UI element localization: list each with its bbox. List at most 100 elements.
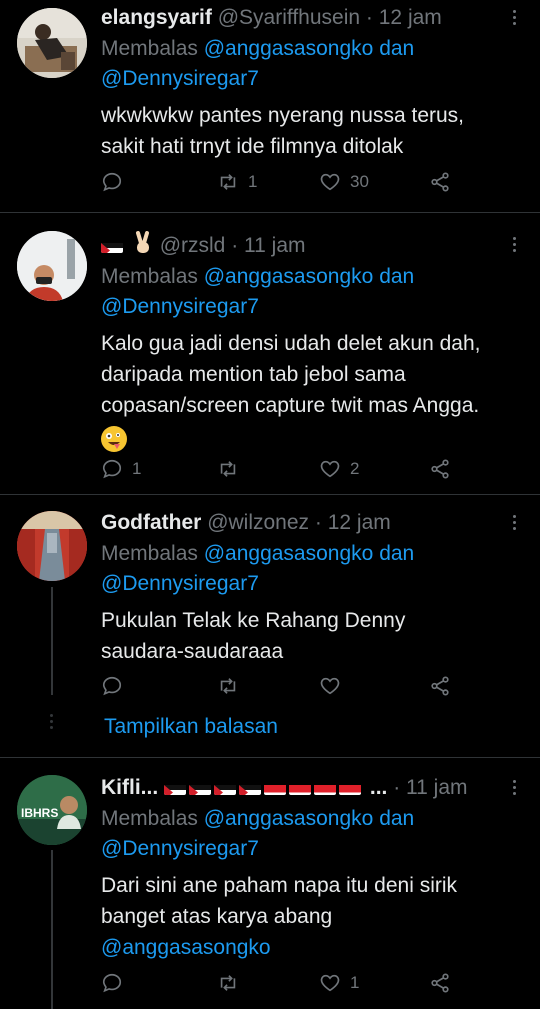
retweet-icon <box>220 174 236 190</box>
more-vertical-icon[interactable] <box>512 10 518 28</box>
name-ellipsis: ... <box>369 776 388 799</box>
avatar[interactable]: IBHRS <box>17 775 87 845</box>
flag-palestine <box>214 780 237 795</box>
heart-icon <box>320 460 340 478</box>
reply-button[interactable] <box>101 168 123 196</box>
share-icon <box>431 172 449 192</box>
mention-link[interactable]: @Dennysiregar7 <box>101 295 259 318</box>
mention-link[interactable]: @anggasasongko <box>101 932 506 963</box>
more-vertical-icon[interactable] <box>512 515 518 533</box>
retweet-icon <box>220 461 236 477</box>
share-icon <box>431 973 449 993</box>
reply-context: Membalas @anggasasongko dan @Dennysirega… <box>101 37 415 90</box>
mention-link[interactable]: @anggasasongko <box>204 542 374 565</box>
heart-icon <box>320 974 340 992</box>
share-icon <box>431 459 449 479</box>
flag-indonesia <box>289 780 312 795</box>
retweet-button[interactable] <box>217 672 239 700</box>
flag-palestine <box>101 238 123 253</box>
tweet[interactable]: @rzsld · 11 jam Membalas @anggasasongko … <box>0 213 540 495</box>
like-button[interactable]: 1 <box>319 969 359 997</box>
display-name[interactable]: Kifli... <box>101 776 158 799</box>
like-count: 1 <box>350 973 360 992</box>
avatar[interactable] <box>17 511 87 581</box>
like-button[interactable]: 2 <box>319 455 359 483</box>
share-icon <box>431 676 449 696</box>
heart-icon <box>320 677 340 695</box>
reply-context: Membalas @anggasasongko dan @Dennysirega… <box>101 265 415 318</box>
retweet-icon <box>220 678 236 694</box>
reply-joiner: dan <box>379 265 415 288</box>
mention-link[interactable]: @Dennysiregar7 <box>101 837 259 860</box>
reply-joiner: dan <box>379 37 415 60</box>
reply-button[interactable] <box>101 969 123 997</box>
share-button[interactable] <box>429 672 451 700</box>
mention-link[interactable]: @Dennysiregar7 <box>101 67 259 90</box>
share-button[interactable] <box>429 455 451 483</box>
flag-palestine <box>239 780 262 795</box>
like-count: 2 <box>350 459 360 478</box>
thread-gap-dots <box>50 714 54 729</box>
reply-joiner: dan <box>379 542 415 565</box>
mention-link[interactable]: @anggasasongko <box>204 265 374 288</box>
like-button[interactable]: 30 <box>319 168 369 196</box>
retweet-icon <box>220 975 236 991</box>
avatar-text: IBHRS <box>21 806 58 820</box>
flag-palestine <box>189 780 212 795</box>
action-bar: 1 2 <box>101 455 480 483</box>
avatar[interactable] <box>17 231 87 301</box>
mention-link[interactable]: @anggasasongko <box>204 807 374 830</box>
reply-icon <box>102 172 122 192</box>
share-button[interactable] <box>429 969 451 997</box>
timestamp[interactable]: · 11 jam <box>393 776 467 799</box>
flag-indonesia <box>339 780 362 795</box>
like-button[interactable] <box>319 672 341 700</box>
name-flags <box>164 776 370 799</box>
tweet-header: @rzsld · 11 jam <box>101 231 506 260</box>
tweet-header: Kifli... ... · 11 jam <box>101 774 506 802</box>
tweet-text: Dari sini ane paham napa itu deni sirik … <box>101 870 506 963</box>
timestamp[interactable]: · 12 jam <box>315 511 391 534</box>
reply-context: Membalas @anggasasongko dan @Dennysirega… <box>101 542 415 595</box>
handle[interactable]: @wilzonez <box>207 511 309 534</box>
tweet-text: Pukulan Telak ke Rahang Denny saudara-sa… <box>101 609 406 663</box>
more-vertical-icon[interactable] <box>512 237 518 255</box>
display-name[interactable]: elangsyarif <box>101 6 212 29</box>
flag-indonesia <box>264 780 287 795</box>
handle[interactable]: @rzsld <box>160 234 226 257</box>
display-name[interactable]: Godfather <box>101 511 201 534</box>
reply-count: 1 <box>132 459 142 478</box>
like-count: 30 <box>350 172 369 191</box>
timestamp[interactable]: · 12 jam <box>366 6 442 29</box>
reply-context: Membalas @anggasasongko dan @Dennysirega… <box>101 807 415 860</box>
action-bar: 1 30 <box>101 168 480 196</box>
heart-icon <box>320 173 340 191</box>
retweet-button[interactable]: 1 <box>217 168 257 196</box>
flag-palestine <box>164 780 187 795</box>
show-replies-link[interactable]: Tampilkan balasan <box>104 715 278 739</box>
tweet[interactable]: Godfather @wilzonez · 12 jam Membalas @a… <box>0 495 540 758</box>
reply-icon <box>102 459 122 479</box>
timestamp[interactable]: · 11 jam <box>231 234 305 257</box>
reply-button[interactable]: 1 <box>101 455 141 483</box>
share-button[interactable] <box>429 168 451 196</box>
action-bar <box>101 672 480 700</box>
reply-joiner: dan <box>379 807 415 830</box>
tweet-header: elangsyarif @Syariffhusein · 12 jam <box>101 4 506 32</box>
avatar[interactable] <box>17 8 87 78</box>
retweet-button[interactable] <box>217 455 239 483</box>
reply-button[interactable] <box>101 672 123 700</box>
thread-line <box>51 850 53 1009</box>
tweet[interactable]: elangsyarif @Syariffhusein · 12 jam Memb… <box>0 0 540 213</box>
handle[interactable]: @Syariffhusein <box>218 6 360 29</box>
tweet[interactable]: IBHRS Kifli... ... · 11 jam Membalas @an… <box>0 758 540 1009</box>
tweet-text: wkwkwkw pantes nyerang nussa terus, saki… <box>101 104 464 158</box>
flag-indonesia <box>314 780 337 795</box>
mention-link[interactable]: @Dennysiregar7 <box>101 572 259 595</box>
retweet-count: 1 <box>248 172 258 191</box>
retweet-button[interactable] <box>217 969 239 997</box>
zany-face-icon <box>101 426 127 453</box>
more-vertical-icon[interactable] <box>512 780 518 798</box>
tweet-header: Godfather @wilzonez · 12 jam <box>101 509 506 537</box>
mention-link[interactable]: @anggasasongko <box>204 37 374 60</box>
